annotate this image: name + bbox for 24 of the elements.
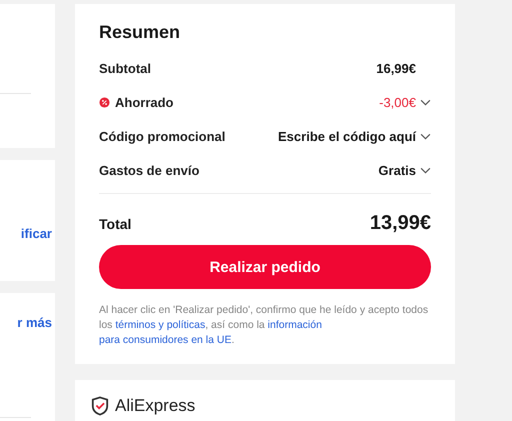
brand-name: AliExpress [115,396,196,416]
row-label: Código promocional [99,128,226,144]
row-label: Gastos de envío [99,162,200,178]
row-value: Gratis [378,162,416,178]
summary-title: Resumen [99,22,182,43]
shield-check-icon [91,396,109,416]
total-value: 13,99€ [370,212,431,235]
chevron-down-icon[interactable] [420,132,431,140]
link[interactable]: ificar [20,226,52,241]
row-value: 16,99€ [376,60,416,76]
disclaimer-text: Al hacer clic en 'Realizar pedido', confirmo que he leído y acepto todos los términos y políticas, así como la información para consumidores en la UE. [99,303,430,348]
chevron-down-icon[interactable] [420,166,431,174]
row-value: -3,00€ [379,94,416,110]
total-label: Total [99,216,132,232]
row-value: Escribe el código aquí [278,128,416,144]
link[interactable]: r más [17,315,52,330]
policy-link[interactable]: para consumidores en la UE [99,334,232,346]
discount-icon [99,96,110,108]
policy-link[interactable]: términos y políticas [115,319,206,331]
place-order-button[interactable]: Realizar pedido [99,245,431,289]
row-label: Subtotal [99,60,151,76]
chevron-down-icon[interactable] [420,98,431,106]
row-label: Ahorrado [115,94,174,110]
policy-link[interactable]: información [268,319,322,331]
